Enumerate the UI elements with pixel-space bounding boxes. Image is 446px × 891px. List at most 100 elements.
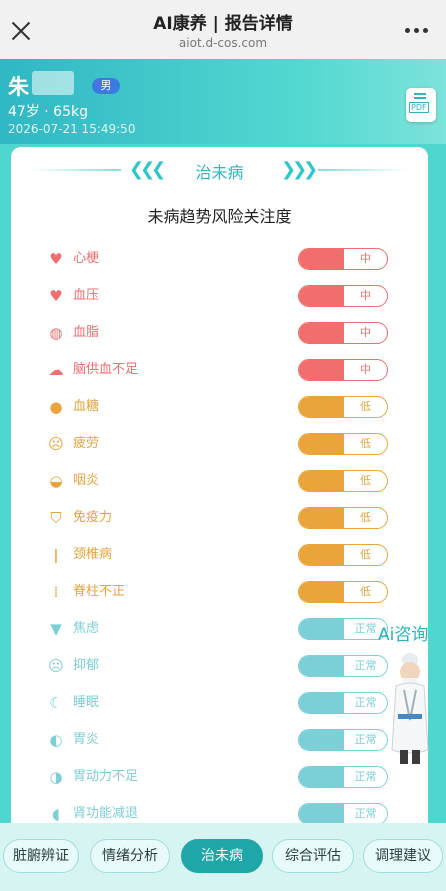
- risk-level: 正常: [354, 770, 377, 783]
- risk-level-badge: 正常: [298, 803, 388, 825]
- risk-name: 胃动力不足: [73, 769, 139, 784]
- risk-name: 睡眠: [73, 695, 100, 710]
- page-url: aiot.d-cos.com: [178, 36, 268, 50]
- risk-row: ◑ 胃动力不足 正常: [11, 759, 428, 795]
- risk-row: ● 血糖 低: [11, 389, 428, 425]
- risk-name: 焦虑: [73, 621, 100, 636]
- risk-row: ♥ 心梗 中: [11, 241, 428, 277]
- risk-level-badge: 中: [298, 248, 388, 270]
- risk-level: 中: [360, 363, 371, 376]
- risk-level-badge: 低: [298, 396, 388, 418]
- risk-level-fill: [299, 693, 344, 713]
- risk-level: 正常: [354, 696, 377, 709]
- risk-row: ǀ 颈椎病 低: [11, 537, 428, 573]
- risk-level-fill: [299, 323, 344, 343]
- risk-level: 低: [360, 474, 371, 487]
- heartbeat-icon: ♥: [49, 287, 63, 305]
- risk-name: 脑供血不足: [73, 362, 139, 377]
- risk-name: 胃炎: [73, 732, 100, 747]
- risk-level-fill: [299, 767, 344, 787]
- shield-icon: ⛉: [50, 509, 62, 527]
- risk-name: 血脂: [73, 325, 100, 340]
- drop-icon: ●: [49, 398, 63, 416]
- risk-name: 抑郁: [73, 658, 100, 673]
- kidney-icon: ◖: [52, 805, 60, 823]
- risk-row: ◒ 咽炎 低: [11, 463, 428, 499]
- ai-consult-label[interactable]: Ai咨询: [378, 620, 428, 645]
- lipid-icon: ◍: [49, 324, 63, 342]
- gender-badge: 男: [92, 78, 120, 94]
- risk-name: 颈椎病: [73, 547, 113, 562]
- brain-icon: ☁: [48, 361, 64, 379]
- risk-level-fill: [299, 619, 344, 639]
- risk-level-badge: 正常: [298, 655, 388, 677]
- risk-name: 肾功能减退: [73, 806, 139, 821]
- risk-level: 中: [360, 289, 371, 302]
- risk-level-fill: [299, 249, 344, 269]
- sad-face-icon: ☹: [48, 657, 64, 675]
- risk-level-badge: 正常: [298, 692, 388, 714]
- pdf-icon[interactable]: PDF: [406, 88, 436, 122]
- browser-topbar: AI康养 | 报告详情 aiot.d-cos.com: [0, 0, 446, 59]
- sleep-icon: ☾: [49, 694, 63, 712]
- user-header: 朱 男 47岁 · 65kg 2026-07-21 15:49:50 PDF: [0, 59, 446, 144]
- risk-level-badge: 中: [298, 322, 388, 344]
- risk-level-fill: [299, 545, 344, 565]
- risk-row: ☹ 疲劳 低: [11, 426, 428, 462]
- risk-level: 中: [360, 252, 371, 265]
- risk-row: ◐ 胃炎 正常: [11, 722, 428, 758]
- risk-level: 低: [360, 400, 371, 413]
- risk-name: 血糖: [73, 399, 100, 414]
- tab-0[interactable]: 脏腑辨证: [3, 839, 79, 873]
- neck-icon: ǀ: [53, 546, 59, 564]
- page-title: AI康养 | 报告详情: [153, 14, 293, 34]
- risk-row: ▼ 焦虑 正常: [11, 611, 428, 647]
- tab-2[interactable]: 治未病: [181, 839, 263, 873]
- risk-level-fill: [299, 286, 344, 306]
- risk-name: 疲劳: [73, 436, 100, 451]
- risk-level-fill: [299, 582, 344, 602]
- risk-level-fill: [299, 730, 344, 750]
- spine-icon: ⁞: [53, 583, 59, 601]
- risk-name: 心梗: [73, 251, 100, 266]
- risk-level: 正常: [354, 807, 377, 820]
- risk-level-badge: 低: [298, 581, 388, 603]
- risk-row: ♥ 血压 中: [11, 278, 428, 314]
- more-icon[interactable]: [405, 28, 428, 33]
- risk-row: ⛉ 免疫力 低: [11, 500, 428, 536]
- chevron-right-icon: ❯❯❯: [281, 159, 318, 180]
- stomach-motion-icon: ◑: [49, 768, 63, 786]
- risk-level-fill: [299, 656, 344, 676]
- throat-icon: ◒: [49, 472, 63, 490]
- risk-name: 免疫力: [73, 510, 113, 525]
- shirt-icon: ▼: [50, 620, 62, 638]
- divider-right: [318, 169, 408, 171]
- tired-face-icon: ☹: [48, 435, 64, 453]
- risk-level-badge: 低: [298, 507, 388, 529]
- risk-row: ☁ 脑供血不足 中: [11, 352, 428, 388]
- heart-person-icon: ♥: [49, 250, 63, 268]
- risk-level-fill: [299, 434, 344, 454]
- risk-level-fill: [299, 471, 344, 491]
- risk-row: ◍ 血脂 中: [11, 315, 428, 351]
- bottom-tabbar: 脏腑辨证 情绪分析 治未病 综合评估 调理建议: [0, 823, 446, 891]
- risk-level: 低: [360, 511, 371, 524]
- risk-card: ❮❮❮ 治未病 ❯❯❯ 未病趋势风险关注度 ♥ 心梗中 ♥ 血压中 ◍ 血脂中 ☁ 脑供血不足…: [11, 147, 428, 837]
- risk-level: 正常: [354, 659, 377, 672]
- risk-row: ☹ 抑郁 正常: [11, 648, 428, 684]
- risk-row: ☾ 睡眠 正常: [11, 685, 428, 721]
- risk-level-fill: [299, 360, 344, 380]
- risk-name: 咽炎: [73, 473, 100, 488]
- tab-1[interactable]: 情绪分析: [90, 839, 170, 873]
- report-time: 2026-07-21 15:49:50: [8, 122, 136, 136]
- risk-row: ⁞ 脊柱不正 低: [11, 574, 428, 610]
- tab-3[interactable]: 综合评估: [272, 839, 354, 873]
- risk-level-fill: [299, 397, 344, 417]
- risk-level: 低: [360, 585, 371, 598]
- tab-4[interactable]: 调理建议: [363, 839, 443, 873]
- risk-level: 低: [360, 437, 371, 450]
- risk-level-badge: 低: [298, 470, 388, 492]
- risk-level-fill: [299, 804, 344, 824]
- assistant-avatar[interactable]: [384, 650, 436, 768]
- risk-level-badge: 中: [298, 285, 388, 307]
